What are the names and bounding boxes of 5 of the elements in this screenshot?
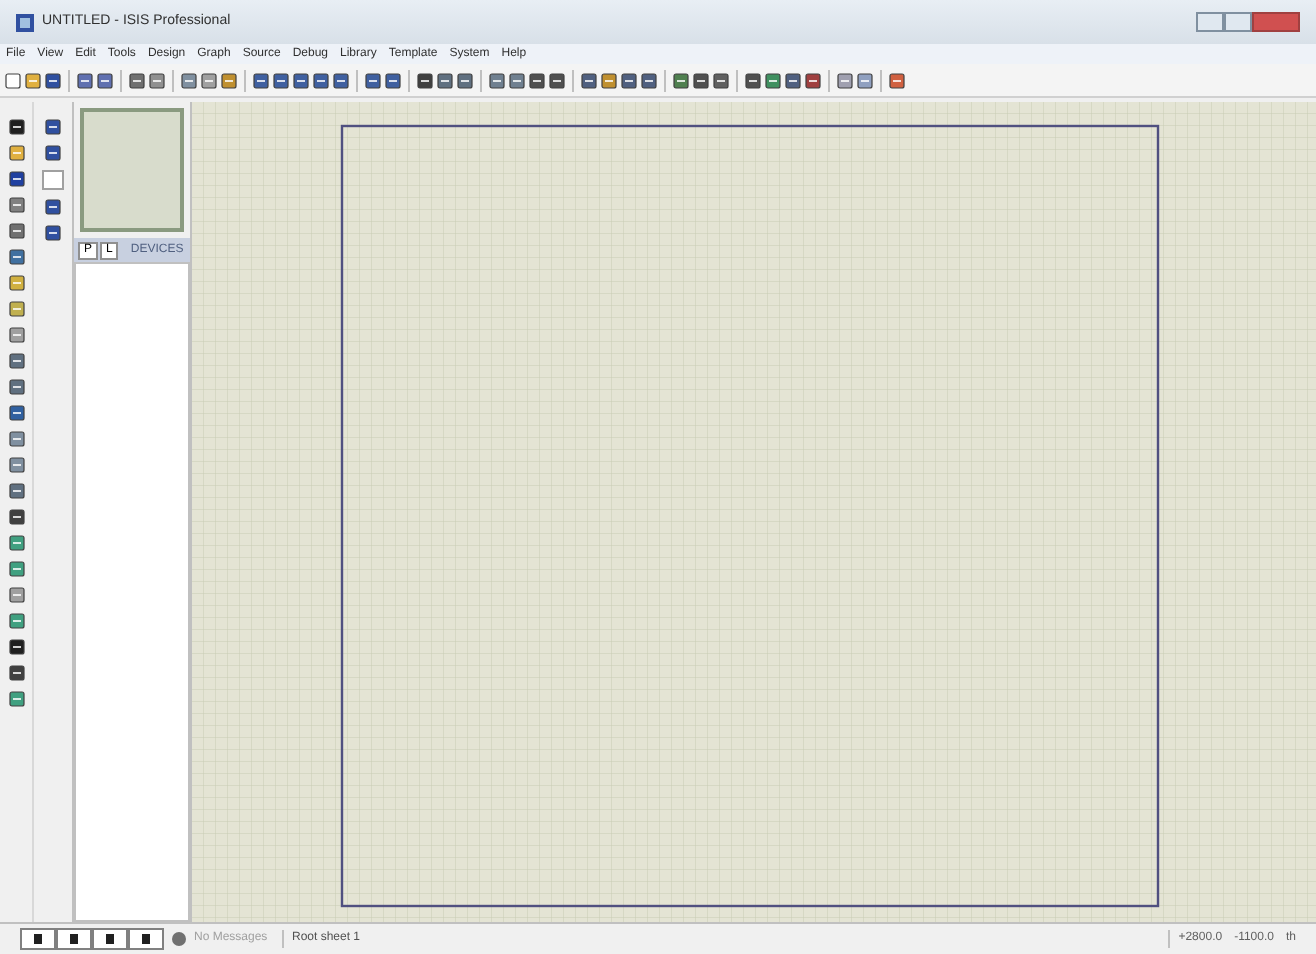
maximize-button[interactable] [1224, 12, 1252, 32]
message-icon [172, 932, 186, 946]
minimize-button[interactable] [1196, 12, 1224, 32]
angle-field[interactable] [42, 170, 64, 190]
app-icon [16, 13, 34, 31]
